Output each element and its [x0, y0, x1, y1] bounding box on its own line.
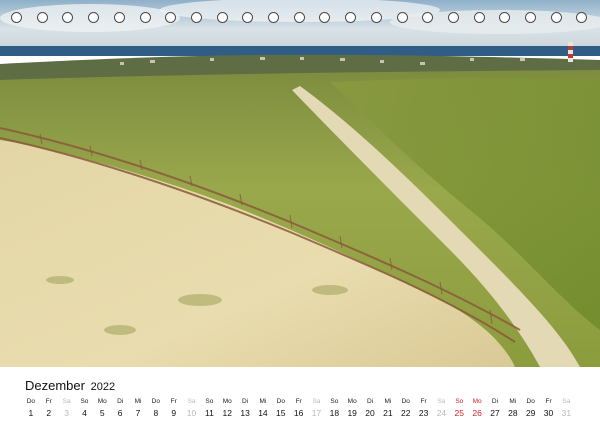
calendar-grid: Dezember 2022 Do 1 Fr 2 Sa 3 So 4 Mo 5 Di 6 Mi 7 Do 8 Fr…	[0, 367, 600, 428]
weekday-label: Mi	[509, 398, 517, 405]
day-number: 31	[561, 408, 572, 418]
day-number: 4	[82, 408, 87, 418]
month-label: Dezember 2022	[25, 378, 115, 393]
day-number: 9	[171, 408, 177, 418]
weekday-label: Fr	[45, 398, 52, 405]
weekday-label: Sa	[562, 398, 571, 405]
spiral-binding-ring-icon	[345, 12, 357, 23]
spiral-binding-ring-icon	[319, 12, 331, 23]
spiral-binding-ring-icon	[499, 12, 511, 23]
spiral-binding-ring-icon	[396, 12, 408, 23]
spiral-binding-ring-icon	[422, 12, 434, 23]
weekday-label: Mo	[222, 398, 232, 405]
day-number: 2	[46, 408, 52, 418]
weekday-label: Do	[526, 398, 535, 405]
day-number: 21	[383, 408, 393, 418]
weekday-label: So	[330, 398, 339, 405]
weekday-label: Di	[242, 398, 249, 405]
spiral-binding-ring-icon	[216, 12, 228, 23]
weekday-label: Di	[491, 398, 499, 405]
spiral-binding-ring-icon	[293, 12, 305, 23]
weekday-label: Mi	[259, 398, 267, 405]
weekday-label: Di	[117, 398, 124, 405]
spiral-binding-ring-icon	[36, 12, 48, 23]
weekday-label: Mi	[384, 398, 392, 405]
weekday-label: Fr	[170, 398, 177, 405]
day-number: 26	[472, 408, 482, 418]
spiral-binding-ring-icon	[113, 12, 125, 23]
day-number: 5	[99, 408, 105, 418]
spiral-binding-ring-icon	[370, 12, 382, 23]
spiral-binding-ring-icon	[165, 12, 177, 23]
spiral-binding-ring-icon	[11, 12, 22, 23]
day-number: 13	[240, 408, 250, 418]
weekday-label: Mo	[347, 398, 357, 405]
weekday-label: So	[205, 398, 214, 405]
day-number: 8	[153, 408, 159, 418]
day-number: 20	[365, 408, 375, 418]
day-number: 23	[418, 408, 429, 418]
day-number: 6	[117, 408, 123, 418]
spiral-binding-ring-icon	[190, 12, 202, 23]
weekday-label: Sa	[187, 398, 196, 405]
weekday-label: Sa	[312, 398, 321, 405]
dune-landscape-photo	[0, 0, 600, 367]
weekday-label: So	[80, 398, 89, 405]
weekday-label: Fr	[545, 398, 552, 405]
spiral-binding	[0, 9, 600, 29]
day-number: 22	[401, 408, 411, 418]
spiral-binding-ring-icon	[62, 12, 74, 23]
spiral-binding-ring-icon	[550, 12, 562, 23]
weekday-label: Sa	[437, 398, 446, 405]
day-number: 27	[490, 408, 500, 418]
day-number: 10	[186, 408, 197, 418]
weekday-label: Fr	[420, 398, 427, 405]
day-number: 16	[293, 408, 304, 418]
weekday-label: Do	[276, 398, 285, 405]
day-number: 11	[204, 408, 214, 418]
day-number: 17	[311, 408, 322, 418]
weekday-label: Mo	[472, 398, 482, 405]
weekday-label: So	[455, 398, 464, 405]
weekday-label: Do	[401, 398, 410, 405]
day-number: 29	[525, 408, 536, 418]
weekday-label: Fr	[295, 398, 302, 405]
spiral-binding-ring-icon	[473, 12, 485, 23]
weekday-label: Di	[366, 398, 374, 405]
day-number: 24	[436, 408, 447, 418]
spiral-binding-ring-icon	[242, 12, 254, 23]
day-number: 12	[222, 408, 232, 418]
year-label: 2022	[90, 381, 116, 393]
spiral-binding-ring-icon	[139, 12, 151, 23]
day-number: 28	[508, 408, 518, 418]
day-number: 3	[64, 408, 69, 418]
month-name: Dezember	[25, 378, 85, 393]
weekday-label: Mo	[97, 398, 107, 405]
day-number: 15	[276, 408, 286, 418]
spiral-binding-ring-icon	[576, 12, 588, 23]
day-number: 25	[454, 408, 465, 418]
weekday-label: Sa	[62, 398, 71, 405]
day-number: 19	[347, 408, 357, 418]
day-number: 14	[258, 408, 268, 418]
spiral-binding-ring-icon	[268, 12, 279, 23]
spiral-binding-ring-icon	[447, 12, 459, 23]
spiral-binding-ring-icon	[525, 12, 536, 23]
day-number: 1	[28, 408, 34, 418]
day-number: 30	[543, 408, 554, 418]
weekday-label: Do	[151, 398, 160, 405]
weekday-label: Mi	[134, 398, 142, 405]
day-number: 7	[135, 408, 141, 418]
day-number: 18	[329, 408, 340, 418]
weekday-label: Do	[26, 398, 36, 405]
spiral-binding-ring-icon	[88, 12, 100, 23]
